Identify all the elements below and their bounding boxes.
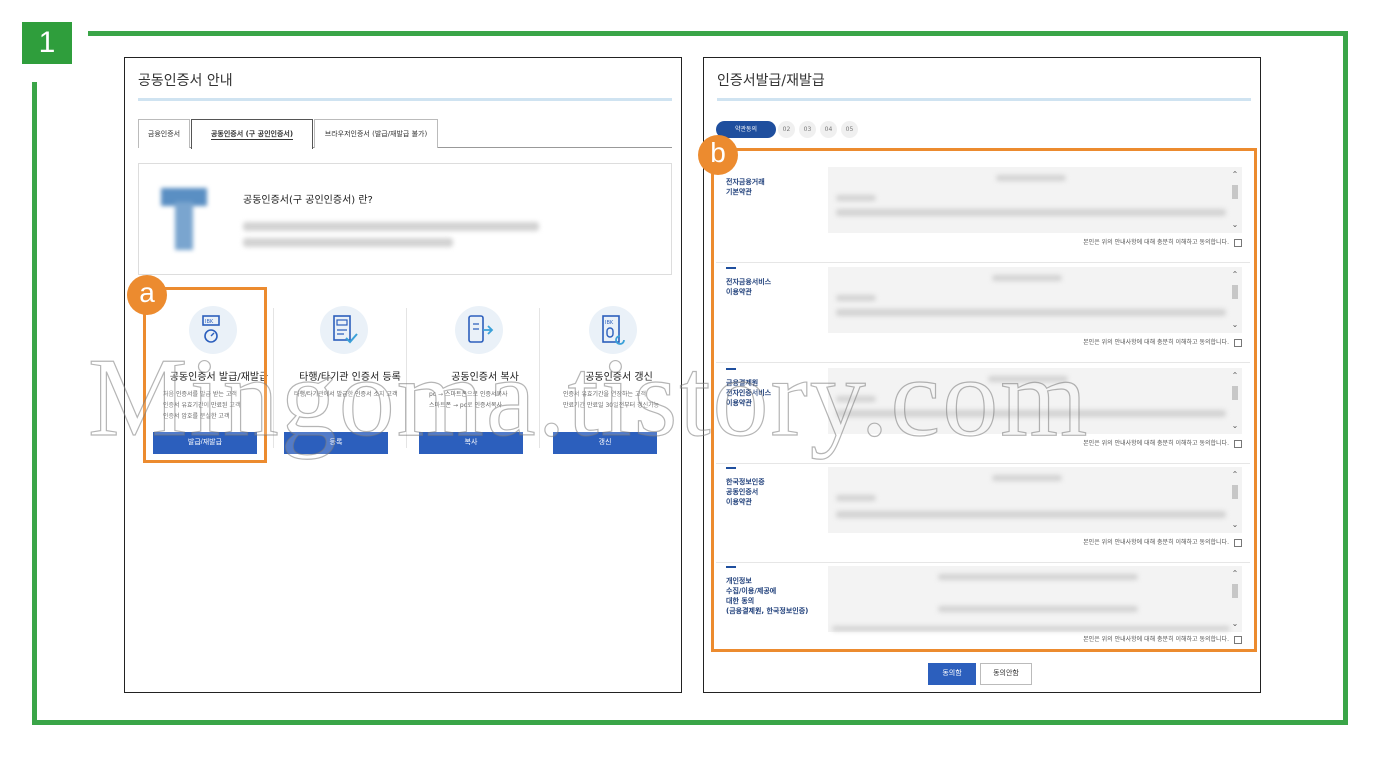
phone-copy-icon: [455, 306, 503, 354]
step-3: 03: [799, 121, 816, 138]
register-button[interactable]: 등록: [284, 432, 388, 454]
desc-line: 타행/타기관에서 발급한 인증서 소지 고객: [294, 391, 398, 398]
card-register: 타행/타기관 인증서 등록 타행/타기관에서 발급한 인증서 소지 고객 등록: [284, 306, 416, 466]
screenshot-stage: 1 공동인증서 안내 금융인증서 공동인증서 (구 공인인증서) 브라우저인증서…: [0, 0, 1382, 757]
card-description: 인증서 유효기간을 연장하는 고객 만료기간 만료일 30일전부터 갱신가능: [563, 389, 681, 411]
title-divider: [138, 98, 672, 101]
certificate-info-box: 공동인증서(구 공인인증서) 란?: [138, 163, 672, 275]
tab-browser-certificate[interactable]: 브라우저인증서 (발급/재발급 불가): [314, 119, 438, 148]
svg-text:IBK: IBK: [605, 320, 614, 326]
title-divider: [717, 98, 1251, 101]
highlight-issue-card: [143, 287, 267, 463]
desc-line: pc → 스마트폰으로 인증서복사: [429, 391, 508, 398]
frame-border-bottom: [32, 720, 1348, 725]
marker-a: a: [127, 275, 167, 315]
marker-b: b: [698, 135, 738, 175]
tab-label: 금융인증서: [147, 130, 181, 138]
page-title: 인증서발급/재발급: [717, 73, 825, 89]
tab-label: 브라우저인증서 (발급/재발급 불가): [324, 130, 428, 138]
bank-logo: [161, 188, 207, 252]
desc-line: 스마트폰 → pc로 인증서복사: [429, 402, 503, 409]
highlight-terms-area: [711, 148, 1257, 652]
blurred-text: [243, 222, 539, 231]
card-description: pc → 스마트폰으로 인증서복사 스마트폰 → pc로 인증서복사: [429, 389, 547, 411]
card-title: 공동인증서 복사: [451, 372, 519, 383]
certificate-refresh-icon: IBK: [589, 306, 637, 354]
copy-button[interactable]: 복사: [419, 432, 523, 454]
renew-button[interactable]: 갱신: [553, 432, 657, 454]
card-copy: 공동인증서 복사 pc → 스마트폰으로 인증서복사 스마트폰 → pc로 인증…: [419, 306, 551, 466]
card-description: 타행/타기관에서 발급한 인증서 소지 고객: [294, 389, 412, 400]
agree-button[interactable]: 동의함: [928, 663, 976, 685]
card-renew: IBK 공동인증서 갱신 인증서 유효기간을 연장하는 고객 만료기간 만료일 …: [553, 306, 685, 466]
step-badge: 1: [22, 22, 72, 64]
step-4: 04: [820, 121, 837, 138]
certificate-tabs: 금융인증서 공동인증서 (구 공인인증서) 브라우저인증서 (발급/재발급 불가…: [138, 119, 672, 149]
blurred-text: [243, 238, 453, 247]
tab-label: 공동인증서 (구 공인인증서): [210, 130, 294, 140]
card-title: 타행/타기관 인증서 등록: [299, 372, 401, 383]
page-title: 공동인증서 안내: [138, 73, 233, 89]
frame-border-right: [1343, 31, 1348, 725]
frame-border-left: [32, 82, 37, 725]
step-5: 05: [841, 121, 858, 138]
desc-line: 인증서 유효기간을 연장하는 고객: [563, 391, 647, 398]
info-heading: 공동인증서(구 공인인증서) 란?: [243, 195, 373, 206]
card-title: 공동인증서 갱신: [585, 372, 653, 383]
step-2: 02: [778, 121, 795, 138]
frame-border-top: [88, 31, 1348, 36]
desc-line: 만료기간 만료일 30일전부터 갱신가능: [563, 402, 660, 409]
tab-financial-certificate[interactable]: 금융인증서: [138, 119, 190, 148]
disagree-button[interactable]: 동의안함: [980, 663, 1032, 685]
tab-joint-certificate[interactable]: 공동인증서 (구 공인인증서): [191, 119, 313, 149]
document-check-icon: [320, 306, 368, 354]
